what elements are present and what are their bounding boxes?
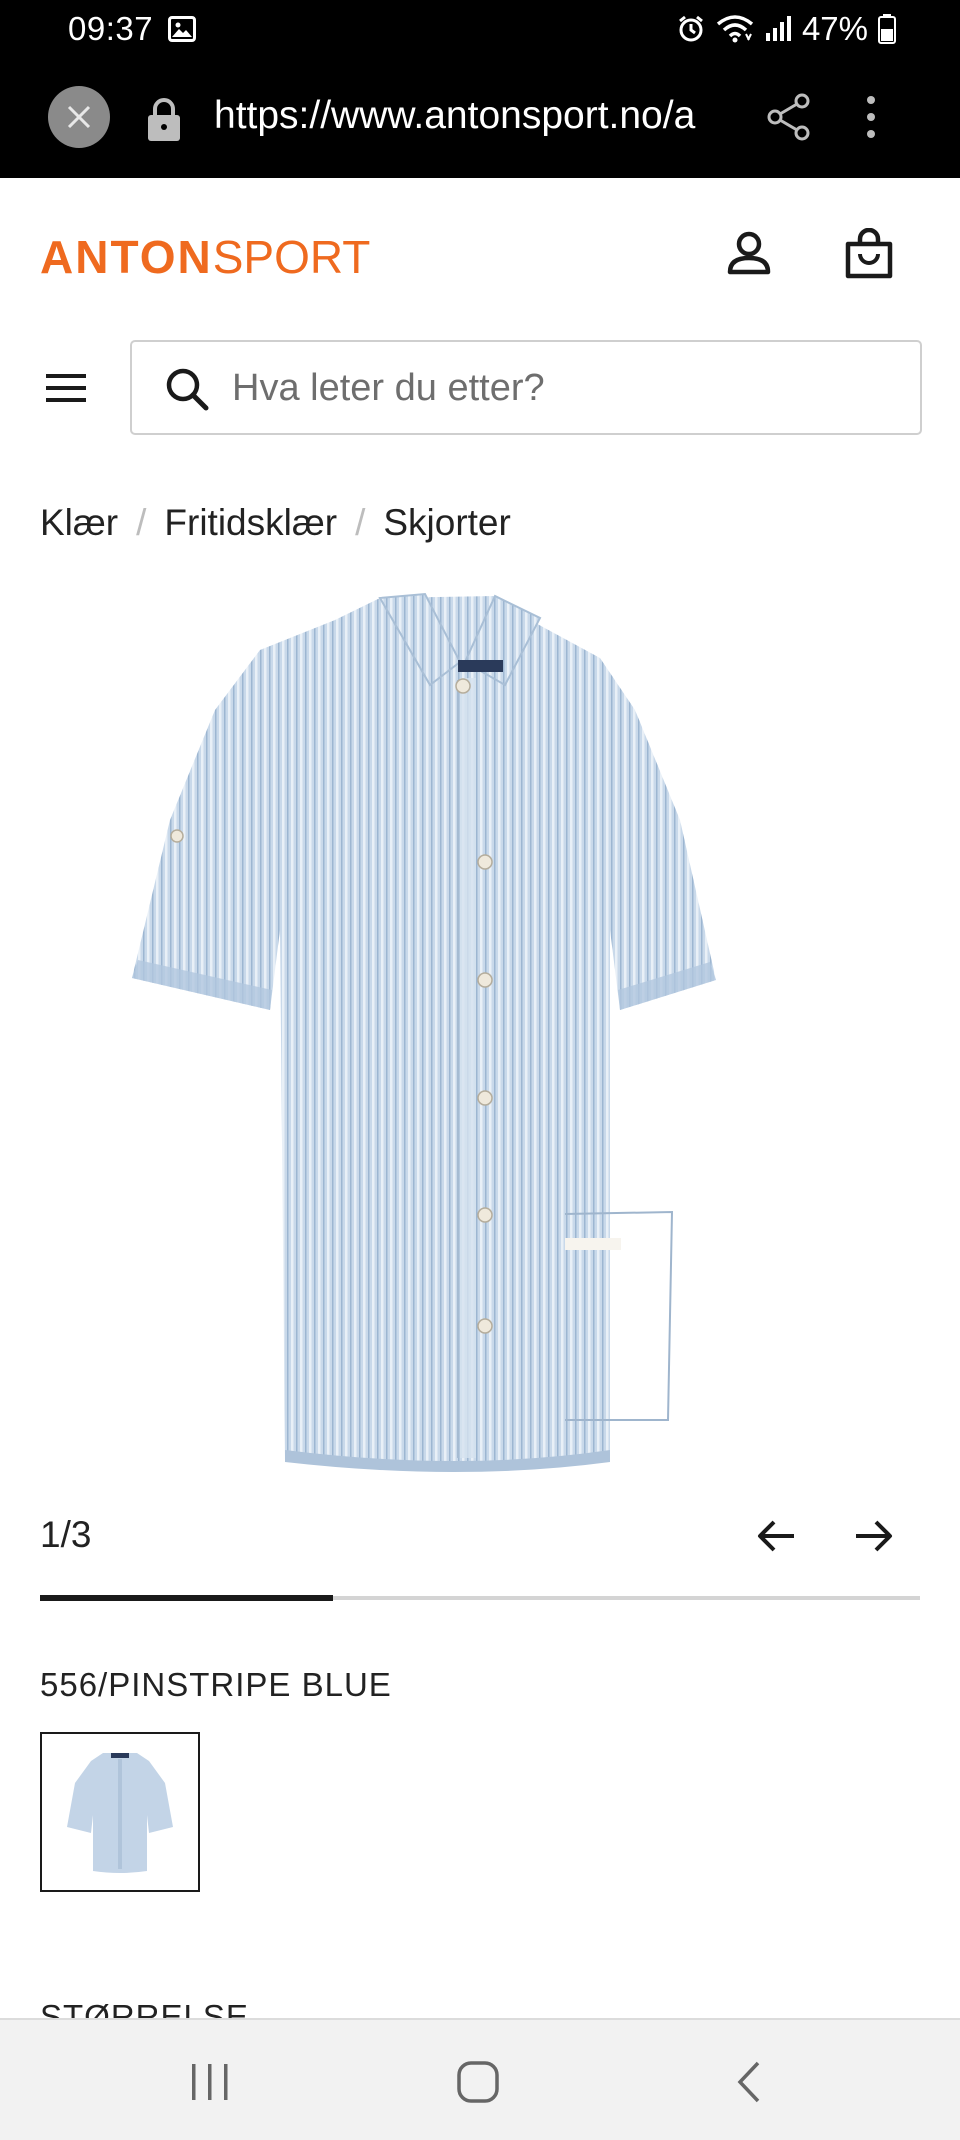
status-time: 09:37 [68,10,154,47]
menu-icon[interactable] [44,372,88,409]
alarm-icon [676,14,706,44]
arrow-right-icon[interactable] [852,1514,896,1563]
arrow-left-icon[interactable] [754,1514,798,1563]
browser-toolbar: https://www.antonsport.no/a [0,58,960,178]
breadcrumb-link-fritidsklaer[interactable]: Fritidsklær [164,502,337,544]
color-label: 556/PINSTRIPE BLUE [40,1666,392,1703]
product-image[interactable] [120,590,840,1480]
home-icon[interactable] [456,2060,500,2109]
close-icon [67,105,91,129]
android-nav-bar [0,2018,960,2140]
breadcrumb: Klær / Fritidsklær / Skjorter [40,502,511,544]
search-input[interactable] [232,358,892,418]
battery-icon [878,14,896,44]
recent-apps-icon[interactable] [190,2062,230,2107]
gallery-icon [168,16,196,42]
back-icon[interactable] [734,2060,764,2109]
image-counter: 1/3 [40,1514,92,1555]
color-swatch-selected[interactable] [40,1732,200,1892]
battery-text: 47% [801,10,868,47]
breadcrumb-separator: / [355,502,366,543]
logo-part-anton: ANTON [40,231,213,283]
gallery-progress-track [40,1595,920,1601]
close-tab-button[interactable] [48,86,110,148]
logo-part-sport: SPORT [212,231,371,283]
more-vertical-icon[interactable] [864,92,878,147]
color-swatch-image [67,1753,173,1873]
account-icon[interactable] [726,230,772,281]
search-box [130,340,922,435]
url-bar[interactable]: https://www.antonsport.no/a [214,94,732,144]
breadcrumb-link-skjorter[interactable]: Skjorter [383,502,510,544]
search-icon [166,368,209,411]
status-bar: 09:37 47% [0,0,960,58]
share-icon[interactable] [766,92,812,147]
gallery-progress-fill [40,1595,334,1601]
shopping-bag-icon[interactable] [844,227,894,285]
status-indicators: 47% [676,10,896,48]
signal-icon [764,15,792,43]
breadcrumb-separator: / [136,502,147,543]
site-header: ANTONSPORT [0,178,960,328]
site-logo[interactable]: ANTONSPORT [40,230,371,283]
lock-icon [146,96,182,147]
breadcrumb-link-klaer[interactable]: Klær [40,502,118,544]
wifi-icon [716,14,754,44]
